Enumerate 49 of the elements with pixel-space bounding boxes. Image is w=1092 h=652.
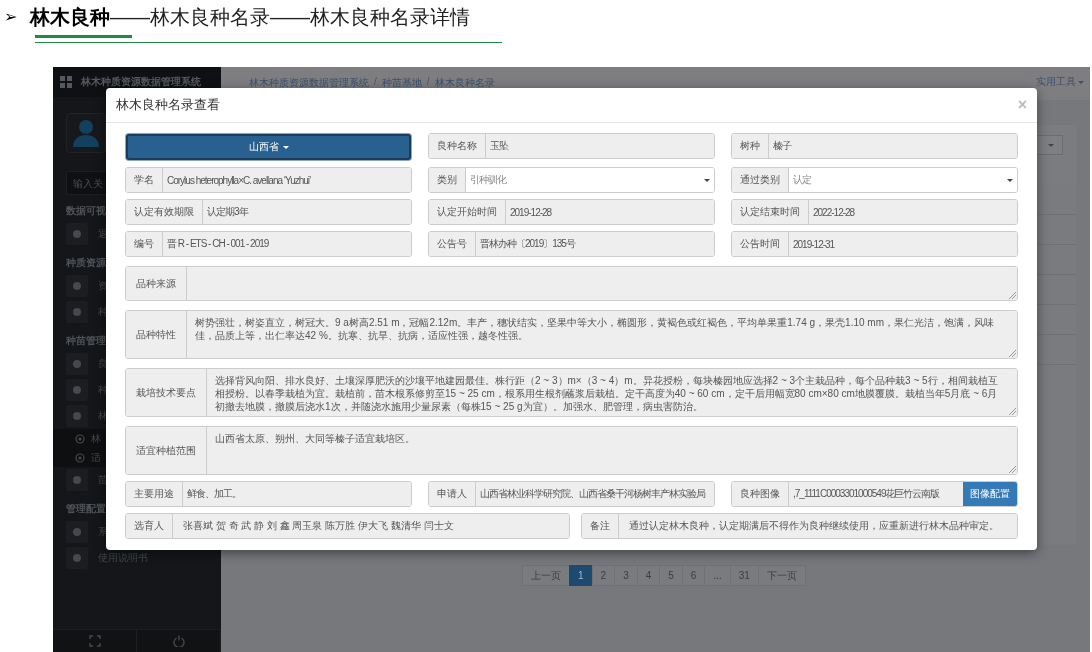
page-heading: 林木良种——林木良种名录——林木良种名录详情 — [30, 5, 470, 29]
sidebar-heading: 种苗管理 — [65, 334, 106, 348]
page-button[interactable]: 1 — [569, 565, 593, 586]
bullet-icon: ➢ — [4, 7, 30, 27]
menu-icon — [66, 521, 88, 543]
field-label: 品种来源 — [126, 267, 187, 300]
caret-icon — [1078, 80, 1084, 84]
field-label: 品种特性 — [126, 311, 187, 358]
sidebar-heading: 管理配置 — [65, 502, 106, 516]
close-button[interactable]: × — [1017, 97, 1027, 113]
dropdown-button[interactable]: 山西省 — [126, 134, 411, 160]
radio-icon — [75, 452, 85, 463]
breadcrumb-separator: / — [374, 76, 377, 89]
menu-icon — [66, 379, 88, 401]
caret-icon — [1048, 143, 1054, 147]
app-title: 林木种质资源数据管理系统 — [81, 75, 201, 89]
text-area[interactable]: 选择背风向阳、排水良好、土壤深厚肥沃的沙壤平地建园最佳。株行距（2 ~ 3）m×（3 ~ 4）m。异花授粉，每块榛园地应选择2 ~ 3个主栽品种，每个品种栽3 ~ 5行，相间栽植互相授粉。以春季栽植为宜。栽植前，苗木根系修剪至15 ~ 25 cm，根系用生根剂蘸浆后栽植。定干高度为40 ~ 60 cm，定干后用幅宽80 cm×80 cm地膜覆膜。栽植当年5月底 ~ 6月初撤去地膜，撤膜后浇水1次，并随浇水施用少量尿素（每株15 ~ 25 g为宜）。加强水、肥管理，病虫害防治。 — [207, 369, 1017, 416]
page-button[interactable]: 31 — [729, 565, 759, 586]
resize-grip-icon — [1008, 407, 1016, 415]
breadcrumb-separator: / — [426, 76, 430, 89]
text-area[interactable] — [187, 267, 1017, 300]
menu-icon — [66, 469, 88, 491]
sidebar-subitem[interactable]: 林 — [53, 429, 105, 448]
page-button[interactable]: ... — [704, 565, 731, 586]
grid-icon — [60, 76, 72, 88]
resize-grip-icon — [1008, 291, 1016, 299]
radio-icon — [75, 433, 85, 444]
page-button[interactable]: 2 — [591, 565, 616, 586]
sidebar-heading: 种质资源 — [65, 256, 106, 270]
menu-icon — [66, 275, 88, 297]
expand-icon — [88, 635, 101, 647]
page-button[interactable]: 4 — [636, 565, 661, 586]
menu-icon — [66, 301, 88, 323]
sidebar-heading: 数据可视 — [65, 204, 106, 218]
resize-grip-icon — [1008, 465, 1016, 473]
resize-grip-icon — [1008, 349, 1016, 357]
menu-icon — [66, 405, 88, 427]
page-button[interactable]: 3 — [614, 565, 638, 586]
page-button[interactable]: 5 — [659, 565, 683, 586]
field-label: 栽培技术要点 — [126, 369, 207, 416]
caret-icon — [282, 145, 289, 149]
menu-icon — [66, 223, 88, 245]
menu-icon — [66, 353, 88, 375]
field-label: 适宜种植范围 — [126, 427, 207, 474]
menu-icon — [66, 547, 88, 569]
text-area[interactable]: 树势强壮，树姿直立，树冠大。9 a树高2.51 m，冠幅2.12m。丰产，穗状结实，坚果中等大小，椭圆形，黄褐色或红褐色，平均单果重1.74 g，果壳1.10 mm，果仁光洁，饱满，风味佳，品质上等，出仁率达42 %。抗寒、抗旱、抗病，适应性强，越冬性强。 — [187, 311, 1017, 358]
power-icon — [172, 635, 185, 647]
text-area[interactable]: 山西省太原、朔州、大同等榛子适宜栽培区。 — [207, 427, 1017, 474]
dialog-title: 林木良种名录查看 — [116, 96, 220, 114]
